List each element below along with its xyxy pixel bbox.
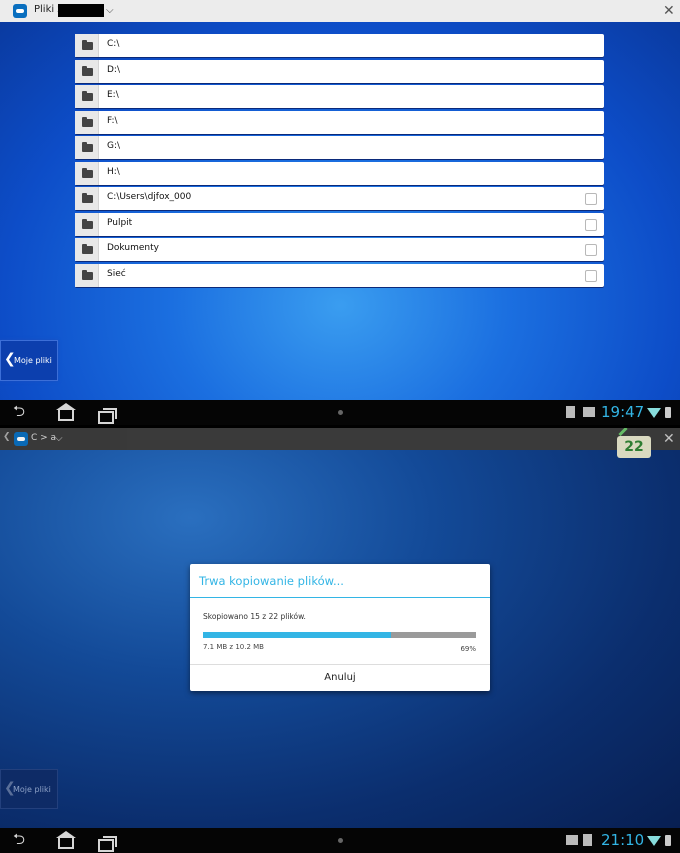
folder-label: D:\: [107, 64, 120, 75]
wifi-icon: [647, 836, 661, 846]
copy-progress-dialog: Trwa kopiowanie plików... Skopiowano 15 …: [190, 564, 490, 691]
image-icon: [566, 835, 578, 845]
battery-icon: [665, 407, 671, 418]
folder-row[interactable]: G:\: [75, 136, 604, 160]
back-icon[interactable]: ⮌: [13, 832, 25, 847]
folder-label: H:\: [107, 166, 120, 177]
folder-icon: [82, 167, 93, 178]
folder-row[interactable]: Pulpit: [75, 212, 604, 236]
cancel-button[interactable]: Anuluj: [190, 665, 490, 691]
android-nav-bar: ⮌ 19:47: [0, 400, 680, 425]
folder-icon: [82, 218, 93, 229]
window-title: C > a: [31, 433, 57, 443]
folder-icon: [82, 269, 93, 280]
progress-bar: [203, 632, 476, 638]
back-icon[interactable]: ⮌: [13, 404, 25, 419]
teamviewer-logo-icon: [13, 4, 27, 18]
battery-icon: [665, 835, 671, 846]
redacted-computer-name: [58, 4, 104, 17]
folder-icon-cell: [75, 110, 99, 134]
image-icon: [583, 407, 595, 417]
chevron-down-icon[interactable]: ⌵: [55, 433, 63, 444]
select-checkbox[interactable]: [585, 244, 597, 257]
status-clock: 21:10: [601, 831, 645, 849]
close-icon[interactable]: ✕: [663, 4, 675, 18]
folder-label: C:\: [107, 39, 120, 49]
folder-label: Sieć: [107, 268, 126, 279]
folder-icon-cell: [75, 59, 99, 83]
title-bar: ❮ C > a ⌵ ✕: [0, 428, 680, 450]
folder-label: Pulpit: [107, 217, 133, 228]
progress-fill: [203, 632, 392, 638]
my-files-label: Moje pliki: [13, 785, 51, 794]
folder-row[interactable]: H:\: [75, 161, 604, 185]
my-files-label: Moje pliki: [14, 356, 52, 365]
recent-apps-icon[interactable]: [98, 408, 117, 424]
sd-card-icon: [583, 834, 592, 846]
menu-dot: [338, 838, 343, 843]
folder-icon: [82, 244, 93, 255]
chevron-down-icon[interactable]: ⌵: [106, 5, 114, 16]
folder-icon-cell: [75, 136, 99, 160]
my-files-button[interactable]: ❮ Moje pliki: [0, 769, 58, 809]
folder-label: E:\: [107, 90, 119, 101]
folder-icon: [82, 40, 93, 50]
folder-icon-cell: [75, 263, 99, 287]
folder-row[interactable]: D:\: [75, 59, 604, 83]
folder-row[interactable]: Dokumenty: [75, 238, 604, 262]
teamviewer-logo-icon: [14, 432, 28, 446]
my-files-button[interactable]: ❮ Moje pliki: [0, 340, 58, 381]
folder-row[interactable]: E:\: [75, 85, 604, 109]
folder-icon-cell: [75, 161, 99, 185]
folder-icon: [82, 91, 93, 102]
dialog-divider: [190, 597, 490, 598]
folder-icon: [82, 142, 93, 153]
wifi-icon: [647, 408, 661, 418]
copy-status-text: Skopiowano 15 z 22 plików.: [203, 612, 306, 621]
chevron-left-icon[interactable]: ❮: [3, 432, 11, 442]
folder-icon-cell: [75, 34, 99, 57]
drive-folder-list: C:\ D:\ E:\ F:\ G:\ H:\ C:\Users\djfox_000 Pulp…: [75, 34, 604, 289]
folder-row[interactable]: C:\Users\djfox_000: [75, 187, 604, 211]
copy-progress-screen: ❮ C > a ⌵ ✕ 22 Trwa kopiowanie plików...…: [0, 428, 680, 853]
progress-size-text: 7.1 MB z 10.2 MB: [203, 643, 264, 651]
folder-icon-cell: [75, 212, 99, 236]
transfer-count-badge[interactable]: 22: [617, 436, 651, 458]
android-nav-bar: ⮌ 21:10: [0, 828, 680, 853]
select-checkbox[interactable]: [585, 193, 597, 206]
folder-icon: [82, 193, 93, 204]
home-icon[interactable]: [56, 403, 76, 421]
folder-icon-cell: [75, 85, 99, 109]
sd-card-icon: [566, 406, 575, 418]
menu-dot: [338, 410, 343, 415]
progress-percent-text: 69%: [460, 645, 476, 653]
close-icon[interactable]: ✕: [663, 432, 675, 446]
select-checkbox[interactable]: [585, 269, 597, 282]
folder-row[interactable]: C:\: [75, 34, 604, 57]
folder-label: Dokumenty: [107, 243, 159, 254]
home-icon[interactable]: [56, 831, 76, 849]
dialog-title: Trwa kopiowanie plików...: [199, 574, 344, 588]
folder-icon: [82, 116, 93, 127]
folder-icon: [82, 65, 93, 76]
folder-icon-cell: [75, 238, 99, 262]
folder-row[interactable]: Sieć: [75, 263, 604, 287]
select-checkbox[interactable]: [585, 218, 597, 231]
status-clock: 19:47: [601, 403, 645, 421]
folder-icon-cell: [75, 187, 99, 211]
folder-label: C:\Users\djfox_000: [107, 192, 192, 203]
recent-apps-icon[interactable]: [98, 836, 117, 852]
folder-label: G:\: [107, 141, 121, 152]
folder-row[interactable]: F:\: [75, 110, 604, 134]
title-bar: Pliki z ⌵ ✕: [0, 0, 680, 23]
folder-label: F:\: [107, 115, 118, 126]
file-browser-screen: Pliki z ⌵ ✕ C:\ D:\ E:\ F:\ G:\ H:\ C:\Users\d…: [0, 0, 680, 425]
